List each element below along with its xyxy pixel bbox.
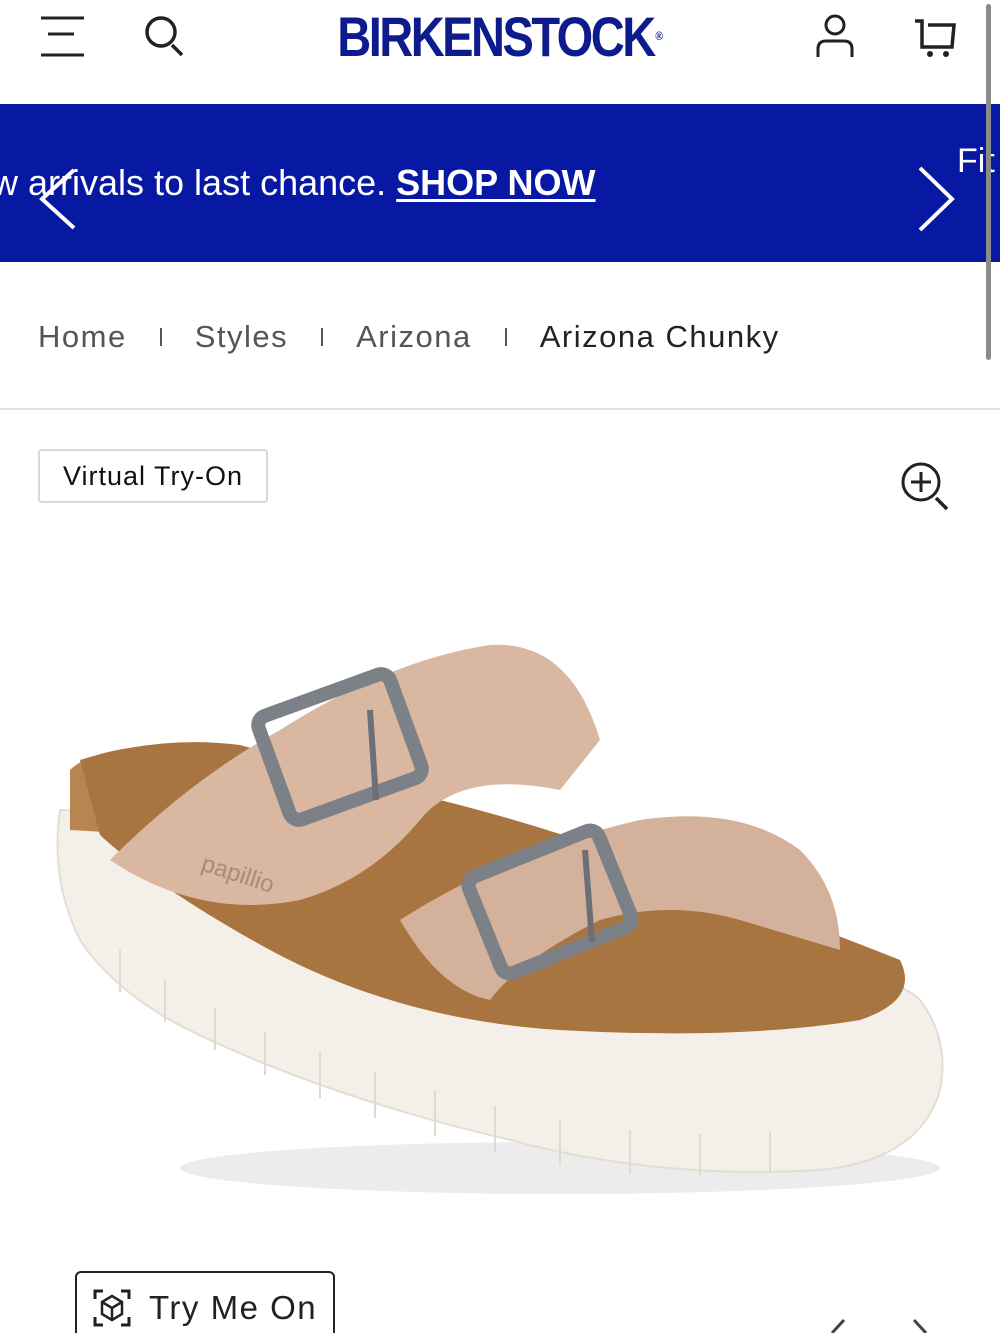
gallery-next-icon[interactable] — [902, 1318, 942, 1333]
product-image[interactable]: papillio — [40, 620, 960, 1220]
breadcrumb: Home Styles Arizona Arizona Chunky — [38, 315, 780, 359]
zoom-button[interactable] — [896, 458, 956, 514]
zoom-in-icon — [901, 462, 949, 511]
cart-button[interactable] — [900, 6, 970, 66]
shop-now-link[interactable]: SHOP NOW — [396, 162, 595, 203]
try-me-on-button[interactable]: Try Me On — [75, 1271, 335, 1333]
breadcrumb-home[interactable]: Home — [38, 319, 127, 355]
menu-icon — [41, 16, 84, 57]
gallery-prev-icon[interactable] — [818, 1318, 858, 1333]
breadcrumb-separator — [321, 328, 324, 346]
account-button[interactable] — [800, 6, 870, 66]
breadcrumb-styles[interactable]: Styles — [195, 319, 288, 355]
promo-banner: w arrivals to last chance. SHOP NOW Fit — [0, 104, 1000, 262]
breadcrumb-separator — [504, 328, 507, 346]
breadcrumb-divider — [0, 408, 1000, 410]
chevron-right-icon — [918, 166, 955, 232]
chevron-left-icon — [39, 168, 76, 230]
cart-icon — [915, 19, 956, 57]
ar-cube-icon — [93, 1289, 131, 1327]
breadcrumb-separator — [159, 328, 162, 346]
brand-logo[interactable]: BIRKENSTOCK ® — [337, 2, 663, 70]
menu-button[interactable] — [28, 6, 98, 66]
site-header: BIRKENSTOCK ® — [0, 0, 1000, 104]
search-button[interactable] — [132, 6, 198, 66]
promo-message: w arrivals to last chance. SHOP NOW — [0, 162, 596, 204]
registered-mark: ® — [655, 29, 663, 43]
page-scrollbar[interactable] — [986, 4, 991, 360]
brand-logo-text: BIRKENSTOCK — [337, 4, 656, 68]
promo-prev-button[interactable] — [28, 164, 88, 234]
breadcrumb-arizona[interactable]: Arizona — [356, 319, 472, 355]
breadcrumb-current: Arizona Chunky — [539, 319, 780, 354]
try-me-on-label: Try Me On — [149, 1289, 318, 1326]
virtual-try-on-button[interactable]: Virtual Try-On — [38, 449, 268, 503]
promo-next-button[interactable] — [906, 162, 966, 236]
search-icon — [145, 16, 184, 57]
account-icon — [816, 14, 854, 57]
